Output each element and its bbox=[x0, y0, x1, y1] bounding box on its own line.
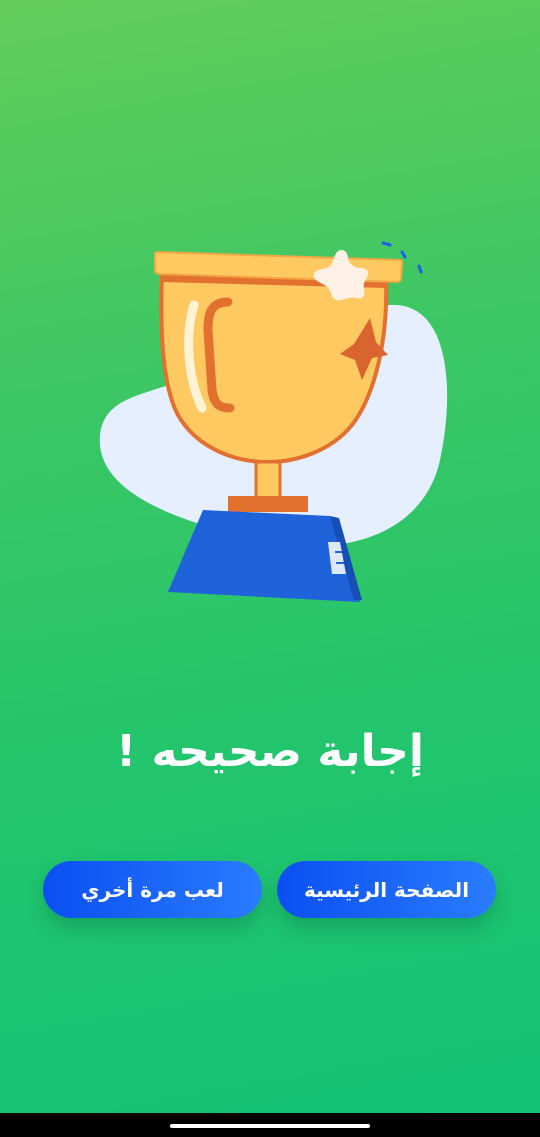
play-again-button[interactable]: لعب مرة أخري bbox=[43, 861, 262, 918]
result-screen: إجابة صحيحه ! لعب مرة أخري الصفحة الرئيس… bbox=[0, 0, 540, 1113]
system-navigation-bar bbox=[0, 1113, 540, 1137]
trophy-icon bbox=[99, 241, 448, 602]
home-indicator[interactable] bbox=[170, 1124, 370, 1128]
home-button[interactable]: الصفحة الرئيسية bbox=[277, 861, 496, 918]
result-title: إجابة صحيحه ! bbox=[116, 726, 424, 777]
trophy-illustration bbox=[90, 230, 460, 620]
